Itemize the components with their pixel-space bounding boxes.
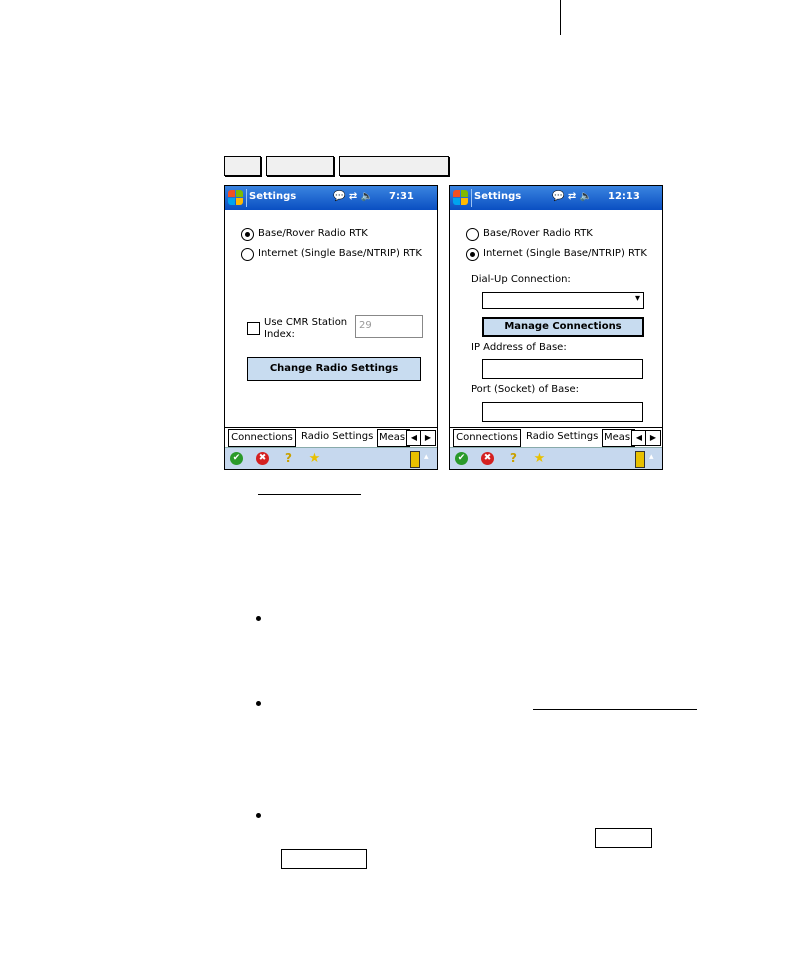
- windows-start-icon[interactable]: [453, 190, 470, 206]
- chevron-down-icon[interactable]: ▾: [635, 293, 640, 304]
- breadcrumb-box-2[interactable]: [266, 156, 334, 176]
- bottom-toolbar: ✔ ✖ ? ★ ▴: [450, 447, 662, 469]
- clock-time[interactable]: 12:13: [608, 191, 640, 202]
- keyboard-icon[interactable]: [410, 451, 420, 468]
- ok-icon[interactable]: ✔: [230, 452, 243, 465]
- checkbox-label-line-1: Use CMR Station: [264, 317, 348, 328]
- cancel-icon[interactable]: ✖: [481, 452, 494, 465]
- tab-bar: Connections Radio Settings Meas ◀ ▶: [225, 427, 437, 447]
- arrow-right-icon[interactable]: ▶: [420, 430, 436, 446]
- tab-radio-settings[interactable]: Radio Settings: [526, 429, 598, 445]
- dialup-connection-select[interactable]: ▾: [482, 292, 644, 309]
- ok-icon[interactable]: ✔: [455, 452, 468, 465]
- station-index-value: 29: [359, 320, 372, 331]
- help-icon[interactable]: ?: [282, 452, 295, 465]
- cancel-icon[interactable]: ✖: [256, 452, 269, 465]
- right-device-screen: Settings 💬 ⇄ 🔈 12:13 Base/Rover Radio RT…: [449, 185, 663, 470]
- radio-label: Internet (Single Base/NTRIP) RTK: [483, 248, 647, 259]
- bullet-1: [256, 616, 261, 621]
- clock-time[interactable]: 7:31: [389, 191, 414, 202]
- radio-label: Base/Rover Radio RTK: [483, 228, 593, 239]
- title-bar: Settings 💬 ⇄ 🔈 12:13: [450, 186, 662, 210]
- title-separator: [246, 189, 247, 207]
- port-label: Port (Socket) of Base:: [471, 384, 579, 395]
- arrow-right-icon[interactable]: ▶: [645, 430, 661, 446]
- radio-button-icon[interactable]: [466, 248, 479, 261]
- key-box-2[interactable]: [281, 849, 367, 869]
- underlined-link[interactable]: [258, 494, 361, 495]
- radio-button-icon[interactable]: [241, 228, 254, 241]
- breadcrumb-box-1[interactable]: [224, 156, 261, 176]
- change-radio-settings-button[interactable]: Change Radio Settings: [247, 357, 421, 381]
- status-icons[interactable]: 💬 ⇄ 🔈: [333, 191, 373, 202]
- key-box-1[interactable]: [595, 828, 652, 848]
- window-title: Settings: [249, 191, 297, 202]
- tab-radio-settings[interactable]: Radio Settings: [301, 429, 373, 445]
- keyboard-icon[interactable]: [635, 451, 645, 468]
- breadcrumb-box-3[interactable]: [339, 156, 449, 176]
- up-arrow-icon[interactable]: ▴: [649, 452, 654, 462]
- bullet-2: [256, 701, 261, 706]
- bullet-3: [256, 813, 261, 818]
- favorite-star-icon[interactable]: ★: [533, 452, 546, 465]
- left-device-screen: Settings 💬 ⇄ 🔈 7:31 Base/Rover Radio RTK…: [224, 185, 438, 470]
- dialup-label: Dial-Up Connection:: [471, 274, 571, 285]
- checkbox-label-line-2: Index:: [264, 329, 295, 340]
- cmr-station-checkbox[interactable]: [247, 322, 260, 335]
- radio-label: Base/Rover Radio RTK: [258, 228, 368, 239]
- tab-connections[interactable]: Connections: [228, 429, 296, 447]
- radio-label: Internet (Single Base/NTRIP) RTK: [258, 248, 422, 259]
- ip-address-label: IP Address of Base:: [471, 342, 567, 353]
- window-title: Settings: [474, 191, 522, 202]
- title-bar: Settings 💬 ⇄ 🔈 7:31: [225, 186, 437, 210]
- title-separator: [471, 189, 472, 207]
- ip-address-input[interactable]: [482, 359, 643, 379]
- bottom-toolbar: ✔ ✖ ? ★ ▴: [225, 447, 437, 469]
- favorite-star-icon[interactable]: ★: [308, 452, 321, 465]
- port-input[interactable]: [482, 402, 643, 422]
- status-icons[interactable]: 💬 ⇄ 🔈: [552, 191, 592, 202]
- top-divider-line: [560, 0, 561, 35]
- help-icon[interactable]: ?: [507, 452, 520, 465]
- up-arrow-icon[interactable]: ▴: [424, 452, 429, 462]
- radio-button-icon[interactable]: [466, 228, 479, 241]
- station-index-input[interactable]: 29: [355, 315, 423, 338]
- tab-bar: Connections Radio Settings Meas ◀ ▶: [450, 427, 662, 447]
- radio-button-icon[interactable]: [241, 248, 254, 261]
- windows-start-icon[interactable]: [228, 190, 245, 206]
- underlined-link-2[interactable]: [533, 709, 697, 710]
- tab-connections[interactable]: Connections: [453, 429, 521, 447]
- manage-connections-button[interactable]: Manage Connections: [482, 317, 644, 337]
